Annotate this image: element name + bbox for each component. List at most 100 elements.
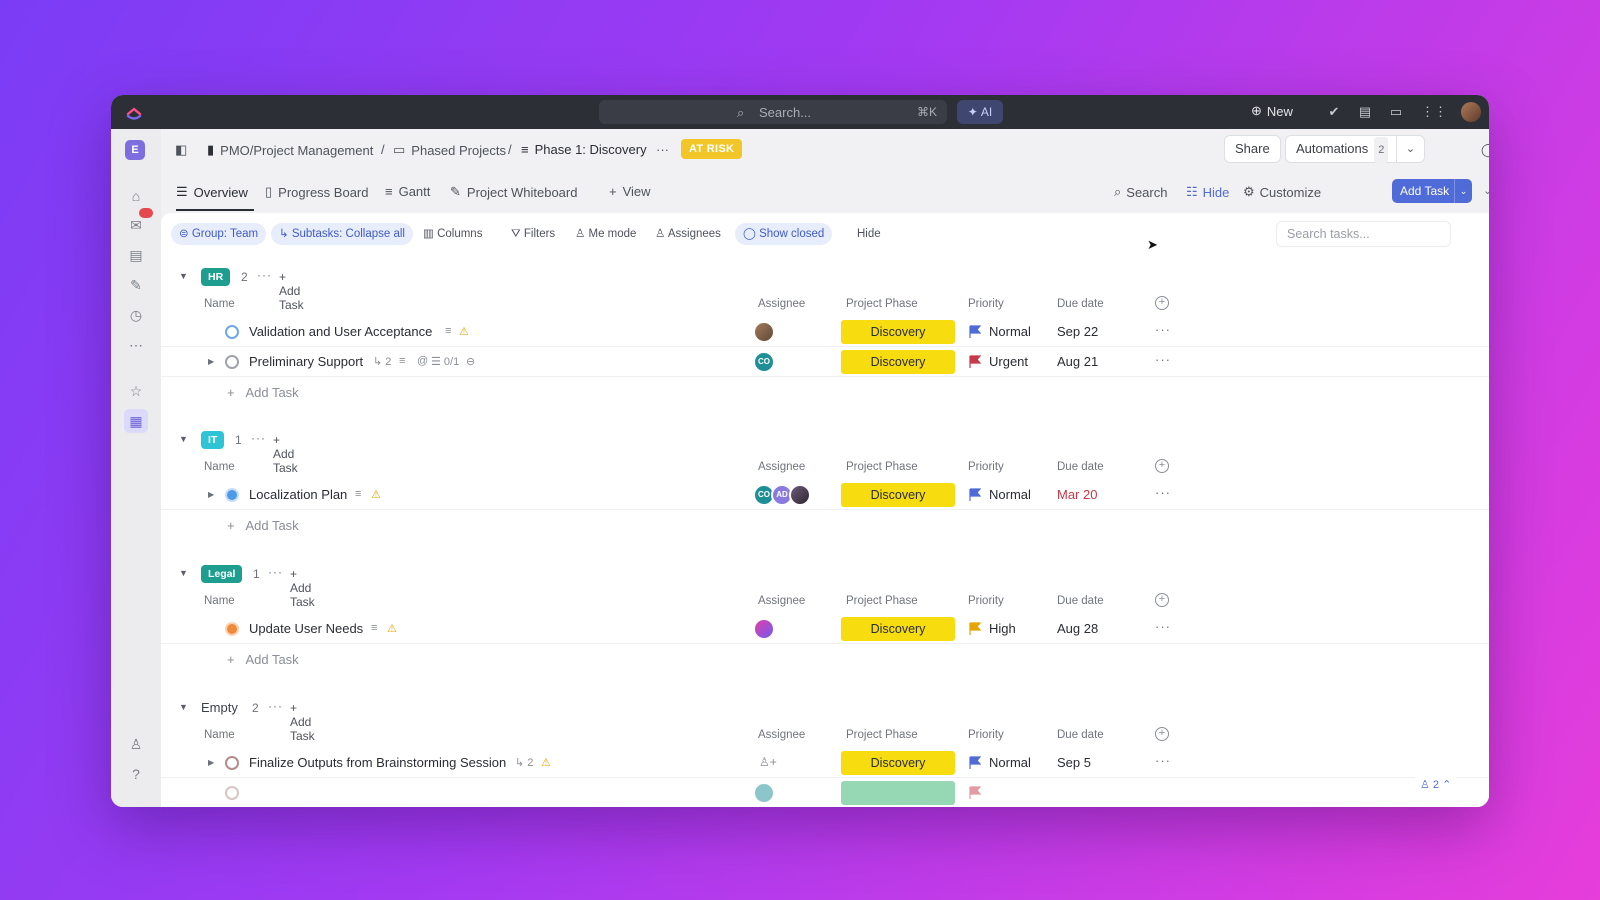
priority-flag-icon[interactable] xyxy=(969,622,981,636)
tab-project-whiteboard[interactable]: ✎ Project Whiteboard xyxy=(450,184,577,200)
add-column-icon[interactable]: + xyxy=(1155,296,1169,310)
table-row[interactable]: Update User Needs ≡ ⚠ Discovery High Aug… xyxy=(161,614,1489,644)
col-assignee[interactable]: Assignee xyxy=(758,298,805,310)
inbox-icon[interactable]: ✉ xyxy=(127,216,145,234)
tab-progress-board[interactable]: ▯ Progress Board xyxy=(265,184,368,200)
avatar[interactable]: CO xyxy=(753,351,775,373)
clickup-logo-icon[interactable] xyxy=(125,103,143,121)
me-mode-button[interactable]: ♙ Me mode xyxy=(567,223,644,245)
share-button[interactable]: Share xyxy=(1224,135,1281,163)
priority-flag-icon[interactable] xyxy=(969,756,981,770)
breadcrumb-space[interactable]: ▮ PMO/Project Management xyxy=(207,142,373,158)
status-icon[interactable] xyxy=(225,622,239,636)
favorites-star-icon[interactable]: ☆ xyxy=(127,382,145,400)
col-priority[interactable]: Priority xyxy=(968,298,1004,310)
task-name[interactable]: Update User Needs xyxy=(249,621,363,636)
col-name[interactable]: Name xyxy=(204,729,235,741)
row-more-icon[interactable]: ··· xyxy=(1155,619,1171,634)
chevron-down-icon[interactable]: ⌄ xyxy=(1454,179,1472,203)
expand-caret-icon[interactable]: ▶ xyxy=(208,490,214,499)
video-icon[interactable]: ▭ xyxy=(1388,104,1404,120)
collapse-caret-icon[interactable]: ▼ xyxy=(179,568,188,578)
priority-flag-icon[interactable] xyxy=(969,488,981,502)
table-row[interactable]: ▶ Localization Plan ≡ ⚠ CO AD Discovery … xyxy=(161,480,1489,510)
col-name[interactable]: Name xyxy=(204,461,235,473)
invite-user-icon[interactable]: ♙ xyxy=(127,735,145,753)
avatar[interactable] xyxy=(753,618,775,640)
col-due[interactable]: Due date xyxy=(1057,595,1104,607)
phase-badge[interactable]: Discovery xyxy=(841,350,955,374)
priority-flag-icon[interactable] xyxy=(969,325,981,339)
col-phase[interactable]: Project Phase xyxy=(846,729,918,741)
sidebar-toggle-icon[interactable]: ◧ xyxy=(175,142,187,158)
tab-overview[interactable]: ☰ Overview xyxy=(176,184,248,200)
tab-gantt[interactable]: ≡ Gantt xyxy=(385,184,430,199)
phase-badge[interactable] xyxy=(841,781,955,805)
table-row[interactable]: ▶ Finalize Outputs from Brainstorming Se… xyxy=(161,748,1489,778)
phase-badge[interactable]: Discovery xyxy=(841,483,955,507)
columns-button[interactable]: ▥ Columns xyxy=(415,223,490,245)
group-more-icon[interactable]: ··· xyxy=(268,565,283,579)
col-assignee[interactable]: Assignee xyxy=(758,595,805,607)
add-task-button[interactable]: Add Task ⌄ xyxy=(1392,179,1472,203)
col-phase[interactable]: Project Phase xyxy=(846,298,918,310)
status-icon[interactable] xyxy=(225,355,239,369)
global-search-input[interactable]: ⌕ Search... ⌘K xyxy=(599,100,947,124)
status-icon[interactable] xyxy=(225,488,239,502)
docs-icon[interactable]: ▤ xyxy=(127,246,145,264)
status-icon[interactable] xyxy=(225,325,239,339)
chevron-down-icon[interactable]: ⌄ xyxy=(1397,135,1425,163)
home-icon[interactable]: ⌂ xyxy=(127,187,145,205)
list-more-icon[interactable]: ··· xyxy=(656,142,669,157)
expand-caret-icon[interactable]: ▶ xyxy=(208,758,214,767)
col-priority[interactable]: Priority xyxy=(968,729,1004,741)
assignees-button[interactable]: ♙ Assignees xyxy=(647,223,729,245)
filters-button[interactable]: ⛛ Filters xyxy=(503,223,563,245)
collapse-caret-icon[interactable]: ▼ xyxy=(179,434,188,444)
col-phase[interactable]: Project Phase xyxy=(846,461,918,473)
task-name[interactable]: Finalize Outputs from Brainstorming Sess… xyxy=(249,755,506,770)
add-view-button[interactable]: + View xyxy=(609,184,651,199)
automations-button[interactable]: Automations 2 xyxy=(1285,135,1397,163)
avatar[interactable] xyxy=(789,484,811,506)
add-assignee-icon[interactable]: ♙+ xyxy=(759,755,777,769)
col-due[interactable]: Due date xyxy=(1057,729,1104,741)
show-closed-chip[interactable]: ◯ Show closed xyxy=(735,223,833,245)
col-assignee[interactable]: Assignee xyxy=(758,729,805,741)
table-row[interactable]: Validation and User Acceptance ≡ ⚠ Disco… xyxy=(161,317,1489,347)
priority-flag-icon[interactable] xyxy=(969,786,981,800)
chat-icon[interactable]: ◯ xyxy=(1481,142,1489,158)
check-circle-icon[interactable]: ✔ xyxy=(1326,104,1342,120)
timer-icon[interactable]: ◷ xyxy=(127,306,145,324)
col-assignee[interactable]: Assignee xyxy=(758,461,805,473)
row-more-icon[interactable]: ··· xyxy=(1155,352,1171,367)
hide-button[interactable]: ☷ Hide xyxy=(1186,184,1229,200)
breadcrumb-list[interactable]: ≡ Phase 1: Discovery xyxy=(521,142,647,157)
workspace-icon[interactable]: E xyxy=(125,140,145,160)
help-icon[interactable]: ? xyxy=(127,765,145,783)
col-name[interactable]: Name xyxy=(204,298,235,310)
avatar[interactable] xyxy=(753,782,775,804)
user-avatar[interactable] xyxy=(1461,102,1481,122)
add-task-row[interactable]: + Add Task xyxy=(227,518,299,533)
add-column-icon[interactable]: + xyxy=(1155,459,1169,473)
row-more-icon[interactable]: ··· xyxy=(1155,322,1171,337)
add-task-row[interactable]: + Add Task xyxy=(227,385,299,400)
group-more-icon[interactable]: ··· xyxy=(268,699,283,713)
status-icon[interactable] xyxy=(225,786,239,800)
col-priority[interactable]: Priority xyxy=(968,461,1004,473)
phase-badge[interactable]: Discovery xyxy=(841,751,955,775)
col-due[interactable]: Due date xyxy=(1057,298,1104,310)
group-more-icon[interactable]: ··· xyxy=(257,268,272,282)
group-badge[interactable]: IT xyxy=(201,431,225,449)
status-icon[interactable] xyxy=(225,756,239,770)
due-date[interactable]: Aug 28 xyxy=(1057,621,1098,636)
group-label[interactable]: Empty xyxy=(201,699,238,717)
add-column-icon[interactable]: + xyxy=(1155,727,1169,741)
phase-badge[interactable]: Discovery xyxy=(841,320,955,344)
notepad-icon[interactable]: ▤ xyxy=(1357,104,1373,120)
col-due[interactable]: Due date xyxy=(1057,461,1104,473)
search-button[interactable]: ⌕ Search xyxy=(1114,184,1167,200)
due-date[interactable]: Sep 22 xyxy=(1057,324,1098,339)
task-name[interactable]: Preliminary Support xyxy=(249,354,363,369)
